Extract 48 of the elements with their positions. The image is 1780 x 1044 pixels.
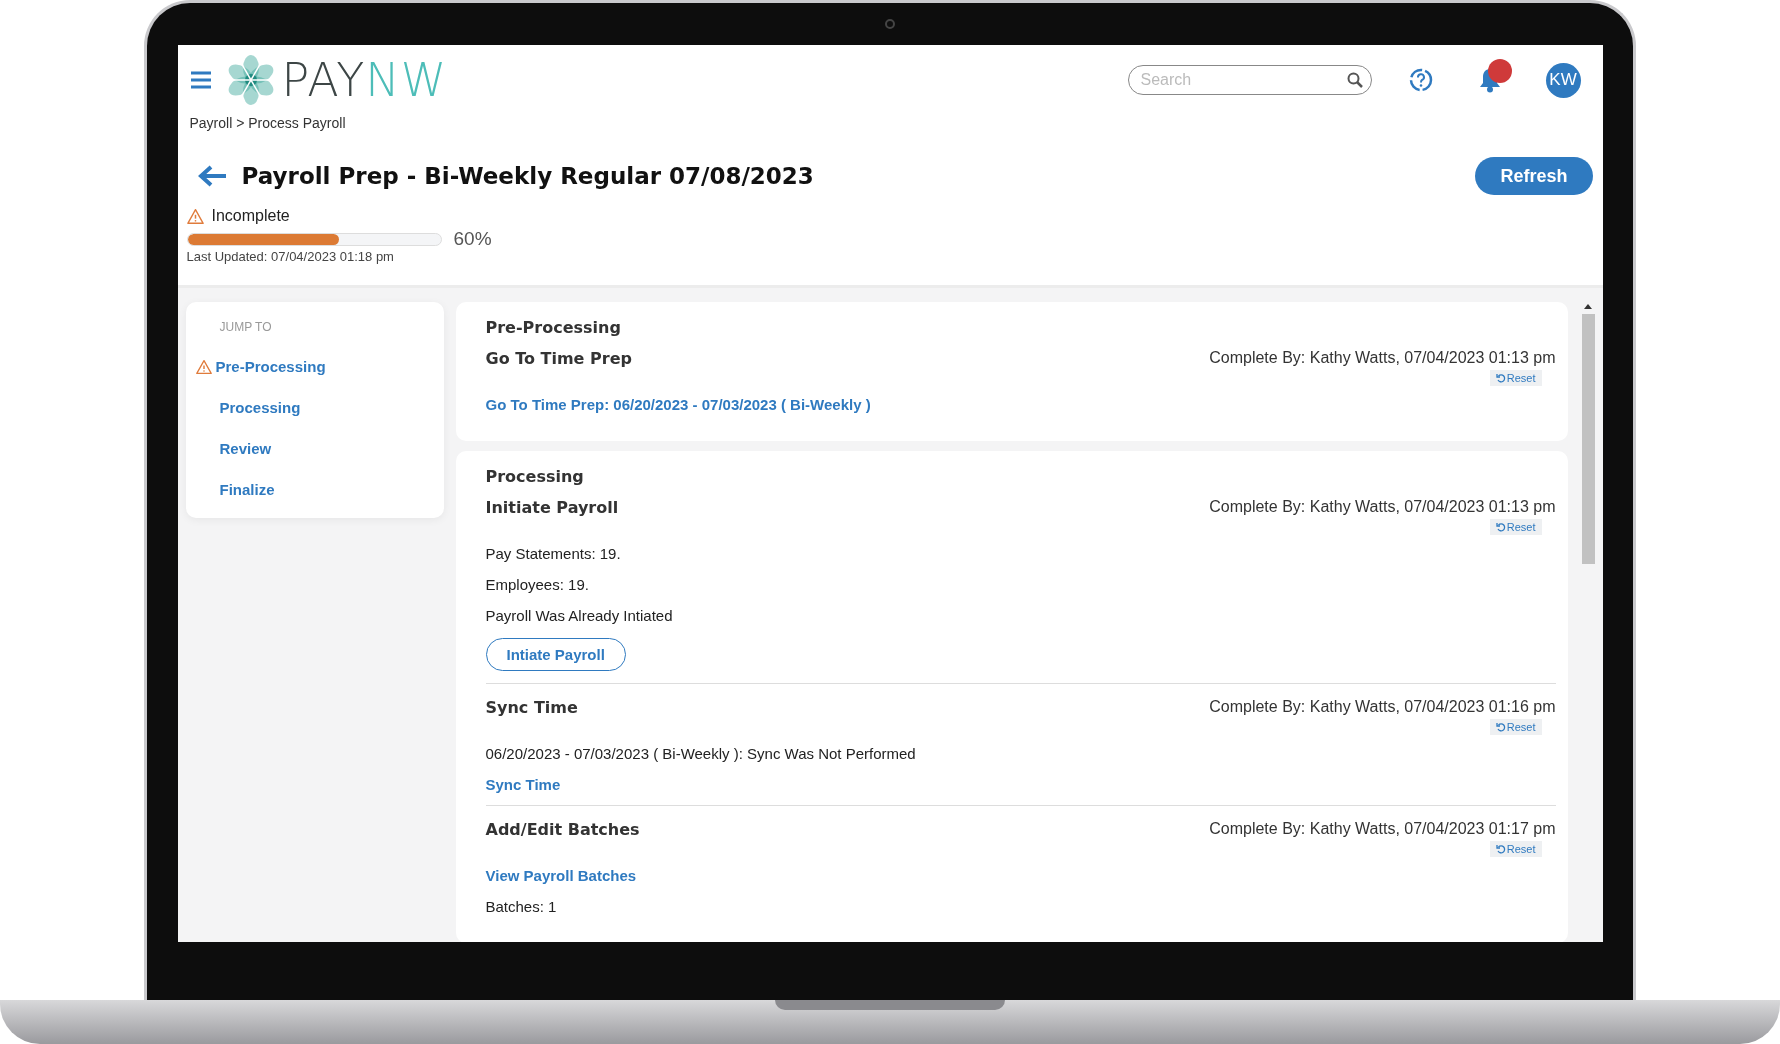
- reset-icon: [1495, 522, 1506, 532]
- reset-icon: [1495, 844, 1506, 854]
- back-arrow-icon[interactable]: [197, 164, 228, 188]
- reset-button[interactable]: Reset: [1489, 370, 1542, 386]
- completed-by-text: Complete By: Kathy Watts, 07/04/2023 01:13 pm: [1209, 498, 1556, 516]
- jump-to-link[interactable]: Pre-Processing: [195, 346, 444, 387]
- search-field[interactable]: Search: [1127, 65, 1372, 95]
- page-title: Payroll Prep - Bi-Weekly Regular 07/08/2023: [241, 163, 815, 189]
- breadcrumb: Payroll > Process Payroll: [188, 115, 347, 131]
- progress-percent: 60%: [453, 228, 492, 250]
- last-updated-text: Last Updated: 07/04/2023 01:18 pm: [186, 249, 395, 264]
- reset-button[interactable]: Reset: [1489, 719, 1542, 735]
- step-info-text: 06/20/2023 - 07/03/2023 ( Bi-Weekly ): Sync Was Not Performed: [485, 745, 917, 762]
- reset-button[interactable]: Reset: [1489, 519, 1542, 535]
- step-title: Initiate Payroll: [485, 498, 619, 517]
- help-icon[interactable]: [1407, 67, 1434, 93]
- reset-icon: [1495, 373, 1506, 383]
- status-label: Incomplete: [211, 207, 290, 225]
- step-title: Add/Edit Batches: [485, 820, 640, 839]
- step-link[interactable]: Sync Time: [485, 776, 561, 793]
- jump-to-heading: JUMP TO: [218, 320, 273, 334]
- refresh-button[interactable]: Refresh: [1475, 157, 1593, 195]
- menu-icon[interactable]: [189, 70, 212, 90]
- step-link[interactable]: Go To Time Prep: 06/20/2023 - 07/03/2023 ( Bi-Weekly ): [485, 396, 871, 413]
- section-title: Processing: [485, 467, 585, 486]
- step-info-text: Batches: 1: [485, 898, 558, 915]
- reset-button[interactable]: Reset: [1489, 841, 1542, 857]
- logo-wordmark: PAYNW: [281, 53, 448, 107]
- section-title: Pre-Processing: [485, 318, 622, 337]
- scroll-up-icon[interactable]: [1583, 302, 1593, 310]
- search-icon: [1346, 72, 1363, 88]
- reset-icon: [1495, 722, 1506, 732]
- step-info-text: Employees: 19.: [485, 576, 590, 593]
- user-avatar[interactable]: KW: [1545, 62, 1581, 98]
- step-info-text: Payroll Was Already Intiated: [485, 607, 674, 624]
- step-title: Sync Time: [485, 698, 578, 717]
- step-title: Go To Time Prep: [485, 349, 632, 368]
- warning-icon: [195, 358, 212, 375]
- step-info-text: Pay Statements: 19.: [485, 545, 622, 562]
- jump-to-link[interactable]: Review: [195, 428, 444, 469]
- camera-icon: [885, 19, 895, 29]
- jump-to-link[interactable]: Finalize: [195, 469, 444, 510]
- completed-by-text: Complete By: Kathy Watts, 07/04/2023 01:16 pm: [1209, 698, 1556, 716]
- step-link[interactable]: View Payroll Batches: [485, 867, 637, 884]
- jump-to-link[interactable]: Processing: [195, 387, 444, 428]
- completed-by-text: Complete By: Kathy Watts, 07/04/2023 01:17 pm: [1209, 820, 1556, 838]
- completed-by-text: Complete By: Kathy Watts, 07/04/2023 01:13 pm: [1209, 349, 1556, 367]
- initiate-button[interactable]: Intiate Payroll: [485, 638, 626, 671]
